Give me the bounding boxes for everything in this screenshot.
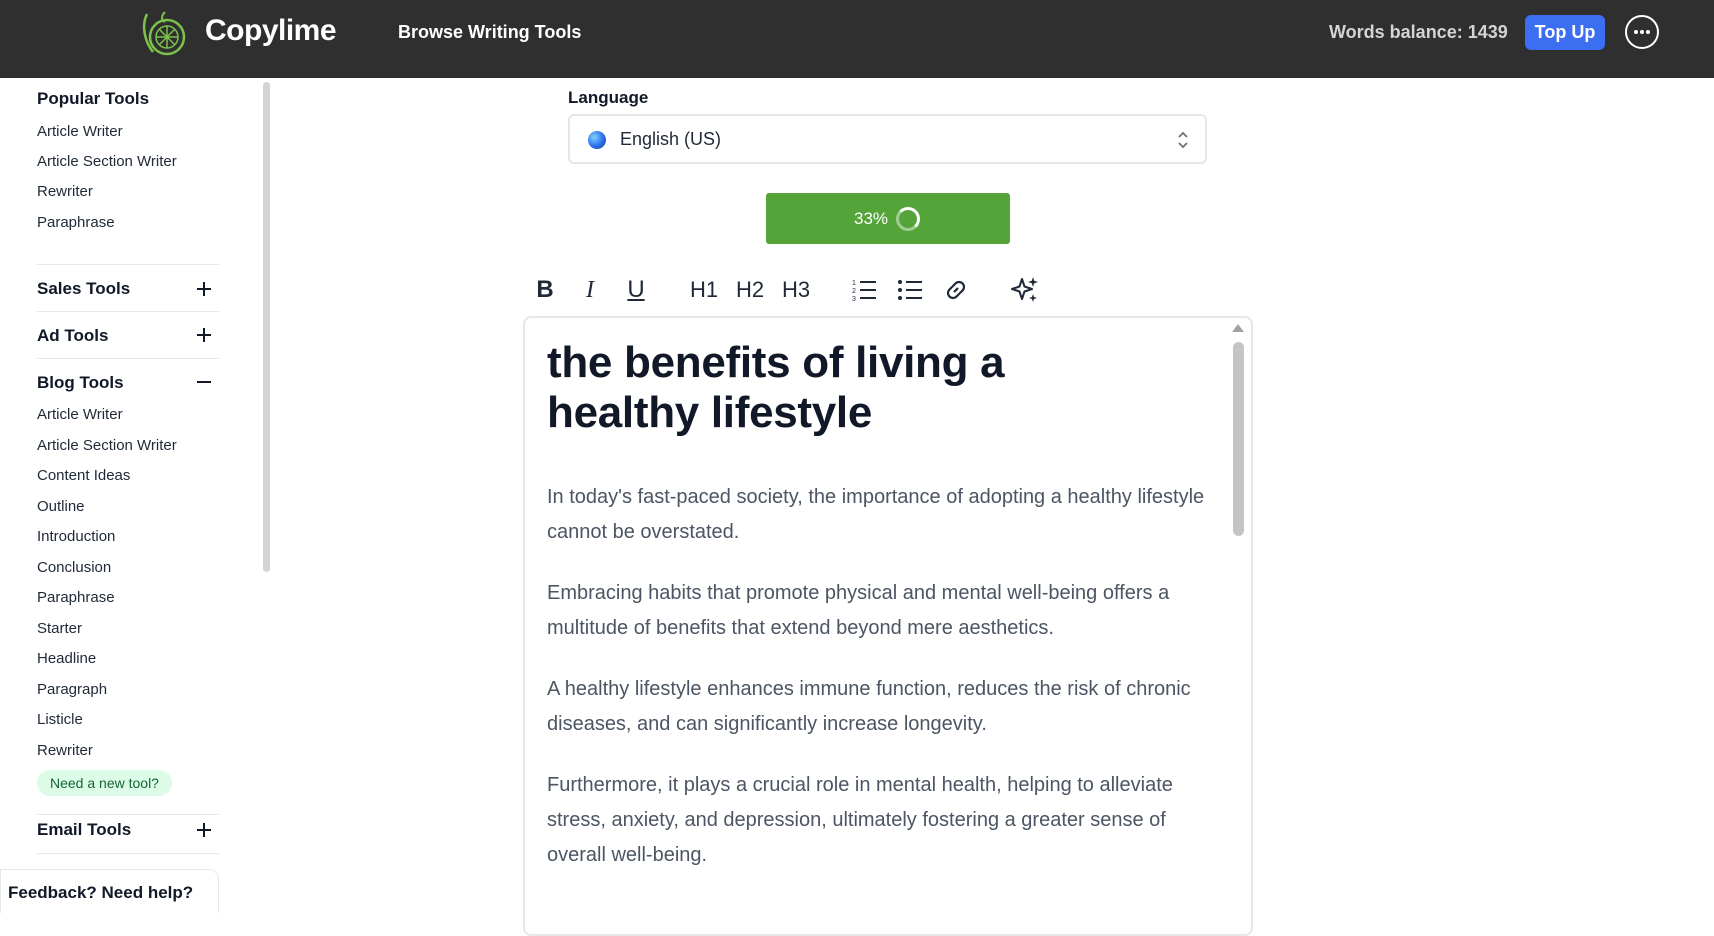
divider <box>37 853 219 854</box>
editor-paragraph[interactable]: Embracing habits that promote physical a… <box>547 576 1227 646</box>
sidebar-item-headline[interactable]: Headline <box>37 650 96 667</box>
heading2-button[interactable]: H2 <box>734 272 766 308</box>
sidebar-item-paraphrase[interactable]: Paraphrase <box>37 214 115 231</box>
sidebar-item-starter[interactable]: Starter <box>37 620 82 637</box>
editor-paragraph[interactable]: Furthermore, it plays a crucial role in … <box>547 768 1227 873</box>
heading1-button[interactable]: H1 <box>688 272 720 308</box>
content-editor[interactable]: the benefits of living a healthy lifesty… <box>523 316 1253 936</box>
expand-plus-icon[interactable] <box>197 822 213 838</box>
browse-writing-tools-link[interactable]: Browse Writing Tools <box>398 22 581 43</box>
divider <box>37 264 219 265</box>
expand-plus-icon[interactable] <box>197 327 213 343</box>
editor-paragraph[interactable]: A healthy lifestyle enhances immune func… <box>547 672 1227 742</box>
top-up-button[interactable]: Top Up <box>1525 15 1605 50</box>
dot-icon <box>1640 30 1644 34</box>
brand-name[interactable]: Copylime <box>205 14 337 48</box>
divider <box>37 311 219 312</box>
progress-percent: 33% <box>854 209 889 228</box>
generation-progress-button[interactable]: 33% <box>766 193 1010 244</box>
expand-plus-icon[interactable] <box>197 281 213 297</box>
sidebar-item-paragraph[interactable]: Paragraph <box>37 681 107 698</box>
top-bar: Copylime Browse Writing Tools Words bala… <box>0 0 1714 78</box>
sidebar-item-article-writer[interactable]: Article Writer <box>37 406 123 423</box>
collapse-minus-icon[interactable] <box>197 374 213 390</box>
language-select[interactable]: English (US) <box>568 114 1207 164</box>
more-options-button[interactable] <box>1625 15 1659 49</box>
need-new-tool-badge[interactable]: Need a new tool? <box>37 770 172 796</box>
editor-paragraph[interactable]: In today's fast-paced society, the impor… <box>547 480 1227 550</box>
section-ad-tools[interactable]: Ad Tools <box>37 326 108 346</box>
editor-scrollbar-thumb[interactable] <box>1233 342 1244 536</box>
editor-heading[interactable]: the benefits of living a healthy lifesty… <box>547 338 1167 438</box>
lime-logo-icon[interactable] <box>139 8 191 58</box>
sidebar-item-conclusion[interactable]: Conclusion <box>37 559 111 576</box>
language-value: English (US) <box>620 129 722 149</box>
section-blog-tools[interactable]: Blog Tools <box>37 373 124 393</box>
svg-text:1: 1 <box>852 280 856 287</box>
sidebar-item-article-section-writer[interactable]: Article Section Writer <box>37 437 177 454</box>
sidebar-item-article-section-writer[interactable]: Article Section Writer <box>37 153 177 170</box>
sidebar-item-listicle[interactable]: Listicle <box>37 711 83 728</box>
sidebar-item-introduction[interactable]: Introduction <box>37 528 115 545</box>
link-icon[interactable] <box>942 276 970 304</box>
globe-icon <box>588 131 606 149</box>
scroll-up-arrow-icon[interactable] <box>1232 324 1244 332</box>
sidebar-item-article-writer[interactable]: Article Writer <box>37 123 123 140</box>
ai-sparkle-icon[interactable] <box>1010 275 1040 305</box>
words-balance: Words balance: 1439 <box>1329 22 1508 42</box>
sidebar-scrollbar[interactable] <box>263 82 270 572</box>
loading-spinner-icon <box>896 207 920 231</box>
sidebar-item-content-ideas[interactable]: Content Ideas <box>37 467 130 484</box>
divider <box>37 814 219 815</box>
section-popular-tools: Popular Tools <box>37 89 150 108</box>
bold-button[interactable]: B <box>532 272 558 308</box>
chevron-up-down-icon <box>1178 131 1188 149</box>
sidebar-item-rewriter[interactable]: Rewriter <box>37 742 93 759</box>
sidebar-item-rewriter[interactable]: Rewriter <box>37 183 93 200</box>
dot-icon <box>1646 30 1650 34</box>
underline-button[interactable]: U <box>622 272 650 308</box>
section-email-tools[interactable]: Email Tools <box>37 820 131 840</box>
svg-text:2: 2 <box>852 288 856 295</box>
bullet-list-icon[interactable] <box>897 277 923 303</box>
dot-icon <box>1634 30 1638 34</box>
divider <box>37 358 219 359</box>
svg-text:3: 3 <box>852 296 856 303</box>
feedback-button[interactable]: Feedback? Need help? <box>0 869 219 913</box>
sidebar-item-paraphrase[interactable]: Paraphrase <box>37 589 115 606</box>
section-sales-tools[interactable]: Sales Tools <box>37 279 130 299</box>
sidebar-item-outline[interactable]: Outline <box>37 498 85 515</box>
italic-button[interactable]: I <box>577 272 603 308</box>
heading3-button[interactable]: H3 <box>780 272 812 308</box>
ordered-list-icon[interactable]: 1 2 3 <box>851 277 877 303</box>
language-label: Language <box>568 88 649 107</box>
